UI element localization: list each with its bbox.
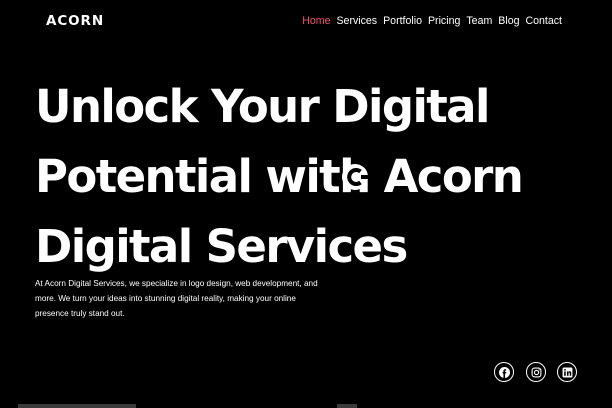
instagram-link[interactable]: [526, 362, 546, 382]
nav-item-blog[interactable]: Blog: [498, 15, 519, 27]
next-section-preview-2: [337, 404, 357, 408]
navbar: ACORN Home Services Portfolio Pricing Te…: [0, 0, 612, 44]
instagram-icon: [531, 367, 542, 378]
hero-title-line-3: Digital Services: [35, 220, 408, 273]
nav-menu: Home Services Portfolio Pricing Team Blo…: [302, 15, 562, 27]
linkedin-icon: [562, 367, 573, 378]
nav-item-contact[interactable]: Contact: [525, 15, 562, 27]
nav-item-home[interactable]: Home: [302, 15, 330, 27]
nav-item-team[interactable]: Team: [466, 15, 492, 27]
facebook-icon: [498, 366, 510, 378]
hero-title: Unlock Your Digital Potential with Acorn…: [35, 72, 524, 282]
nav-item-services[interactable]: Services: [336, 15, 377, 27]
hero-title-line-2: Potential with Acorn: [35, 150, 524, 203]
facebook-link[interactable]: [494, 362, 514, 382]
nav-item-portfolio[interactable]: Portfolio: [383, 15, 422, 27]
next-section-preview: [18, 404, 136, 408]
linkedin-link[interactable]: [557, 362, 577, 382]
nav-item-pricing[interactable]: Pricing: [428, 15, 460, 27]
hero-title-line-1: Unlock Your Digital: [35, 80, 490, 133]
hero-description: At Acorn Digital Services, we specialize…: [35, 279, 318, 318]
custom-cursor-icon: [341, 158, 369, 194]
brand-logo[interactable]: ACORN: [46, 13, 104, 29]
